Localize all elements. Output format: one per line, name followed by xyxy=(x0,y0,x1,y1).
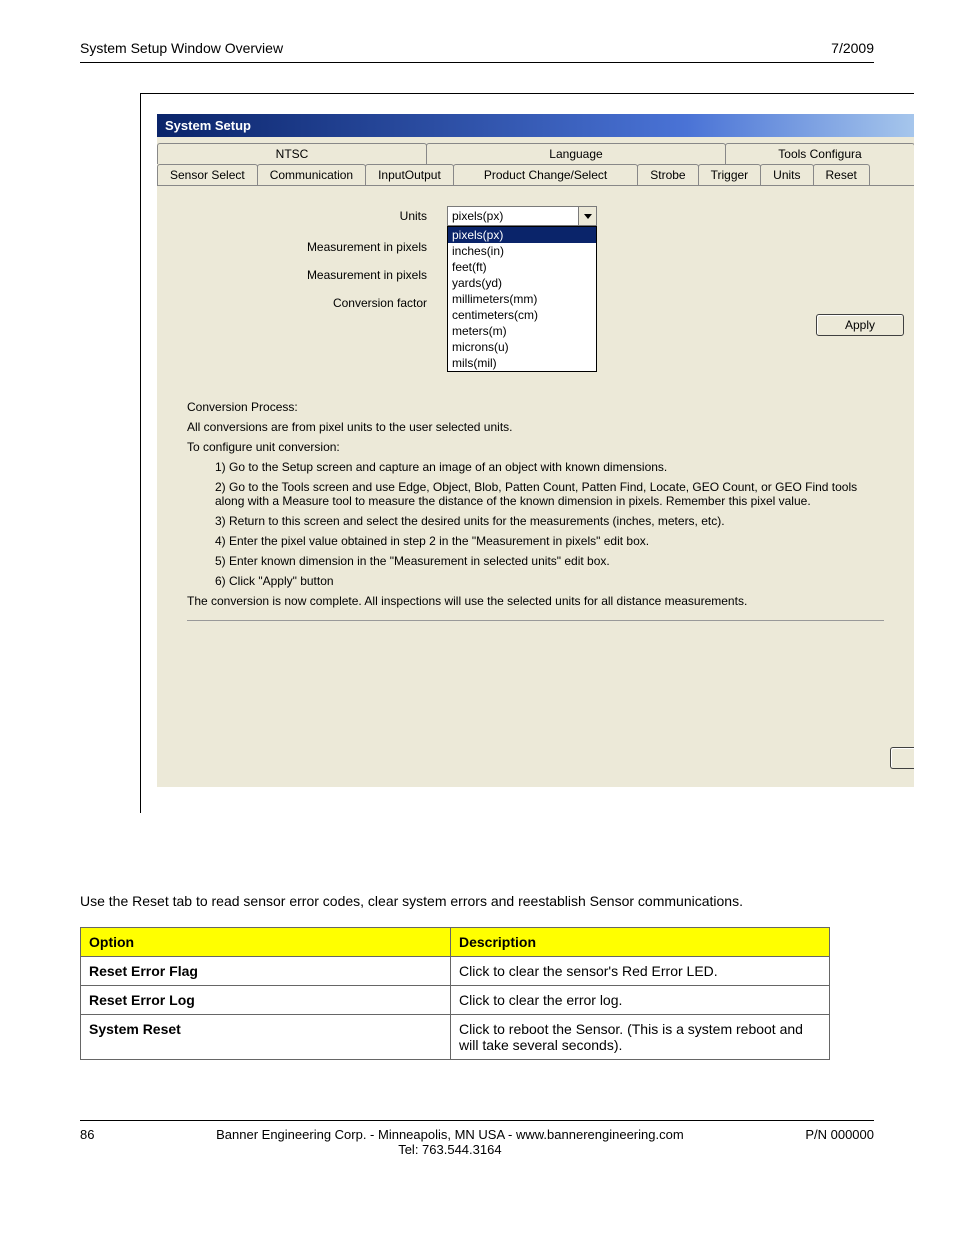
conv-step-3: 3) Return to this screen and select the … xyxy=(215,514,884,528)
footer-pn: P/N 000000 xyxy=(805,1127,874,1157)
units-option-cm[interactable]: centimeters(cm) xyxy=(448,307,596,323)
units-option-yards[interactable]: yards(yd) xyxy=(448,275,596,291)
screenshot-frame: System Setup NTSC Language Tools Configu… xyxy=(140,93,914,813)
units-select-value: pixels(px) xyxy=(452,209,503,223)
tab-reset[interactable]: Reset xyxy=(813,164,870,185)
tab-trigger[interactable]: Trigger xyxy=(698,164,762,185)
apply-button[interactable]: Apply xyxy=(816,314,904,336)
tab-communication[interactable]: Communication xyxy=(257,164,366,185)
conv-complete: The conversion is now complete. All insp… xyxy=(187,594,884,608)
tab-input-output[interactable]: InputOutput xyxy=(365,164,454,185)
units-option-microns[interactable]: microns(u) xyxy=(448,339,596,355)
reset-description: Use the Reset tab to read sensor error c… xyxy=(80,893,874,909)
units-option-mils[interactable]: mils(mil) xyxy=(448,355,596,371)
header-left: System Setup Window Overview xyxy=(80,40,283,56)
units-select[interactable]: pixels(px) pixels(px) inches(in) feet(ft… xyxy=(447,206,597,226)
footer-page-number: 86 xyxy=(80,1127,94,1157)
reset-desc-system: Click to reboot the Sensor. (This is a s… xyxy=(451,1015,830,1060)
table-row: Reset Error Flag Click to clear the sens… xyxy=(81,957,830,986)
reset-heading: Reset xyxy=(80,853,874,879)
tab-sensor-select[interactable]: Sensor Select xyxy=(157,164,258,185)
units-label: Units xyxy=(187,209,447,223)
tab-ntsc[interactable]: NTSC xyxy=(157,143,427,164)
units-option-m[interactable]: meters(m) xyxy=(448,323,596,339)
header-right: 7/2009 xyxy=(831,40,874,56)
reset-desc-flag: Click to clear the sensor's Red Error LE… xyxy=(451,957,830,986)
units-option-mm[interactable]: millimeters(mm) xyxy=(448,291,596,307)
tab-strobe[interactable]: Strobe xyxy=(637,164,698,185)
reset-desc-log: Click to clear the error log. xyxy=(451,986,830,1015)
meas-pixels-label: Measurement in pixels xyxy=(187,240,447,254)
table-row: Reset Error Log Click to clear the error… xyxy=(81,986,830,1015)
reset-option-flag: Reset Error Flag xyxy=(81,957,451,986)
conv-step-4: 4) Enter the pixel value obtained in ste… xyxy=(215,534,884,548)
tab-tools-config[interactable]: Tools Configura xyxy=(725,143,914,164)
units-option-pixels[interactable]: pixels(px) xyxy=(448,227,596,243)
reset-table-header-option: Option xyxy=(81,928,451,957)
units-option-inches[interactable]: inches(in) xyxy=(448,243,596,259)
tab-product-change[interactable]: Product Change/Select xyxy=(453,164,638,185)
conv-config-intro: To configure unit conversion: xyxy=(187,440,884,454)
reset-table: Option Description Reset Error Flag Clic… xyxy=(80,927,830,1060)
reset-option-log: Reset Error Log xyxy=(81,986,451,1015)
bottom-button[interactable] xyxy=(890,747,914,769)
reset-table-header-desc: Description xyxy=(451,928,830,957)
table-row: System Reset Click to reboot the Sensor.… xyxy=(81,1015,830,1060)
footer-company: Banner Engineering Corp. - Minneapolis, … xyxy=(216,1127,684,1142)
chevron-down-icon xyxy=(578,207,596,225)
conv-step-5: 5) Enter known dimension in the "Measure… xyxy=(215,554,884,568)
divider xyxy=(187,620,884,621)
conv-process-heading: Conversion Process: xyxy=(187,400,884,414)
tab-units[interactable]: Units xyxy=(760,164,813,185)
conv-step-2: 2) Go to the Tools screen and use Edge, … xyxy=(215,480,884,508)
footer-tel: Tel: 763.544.3164 xyxy=(398,1142,501,1157)
meas-pixels2-label: Measurement in pixels xyxy=(187,268,447,282)
tab-language[interactable]: Language xyxy=(426,143,726,164)
window-title: System Setup xyxy=(157,114,914,137)
reset-option-system: System Reset xyxy=(81,1015,451,1060)
conv-step-6: 6) Click "Apply" button xyxy=(215,574,884,588)
units-dropdown-list: pixels(px) inches(in) feet(ft) yards(yd)… xyxy=(447,226,597,372)
conversion-factor-label: Conversion factor xyxy=(187,296,447,310)
conv-step-1: 1) Go to the Setup screen and capture an… xyxy=(215,460,884,474)
units-option-feet[interactable]: feet(ft) xyxy=(448,259,596,275)
conv-intro: All conversions are from pixel units to … xyxy=(187,420,884,434)
